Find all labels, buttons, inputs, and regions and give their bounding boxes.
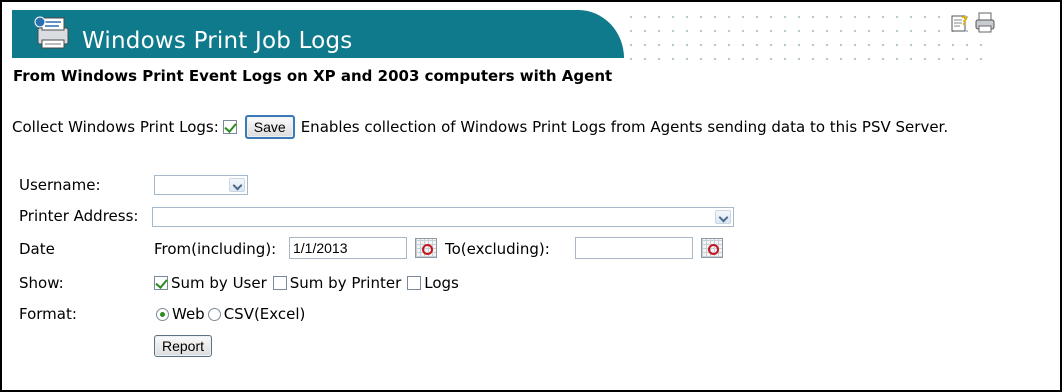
- report-button-wrap: Report: [154, 335, 213, 357]
- report-button[interactable]: Report: [154, 335, 213, 357]
- logs-label: Logs: [424, 274, 459, 292]
- csv-label: CSV(Excel): [223, 305, 306, 323]
- page-frame: Windows Print Job Logs ? From Windows Pr…: [0, 0, 1062, 392]
- format-options: Web CSV(Excel): [156, 305, 311, 323]
- save-button[interactable]: Save: [244, 115, 295, 139]
- calendar-icon[interactable]: [415, 238, 437, 258]
- chevron-down-icon[interactable]: [229, 178, 245, 192]
- sum-by-user-checkbox[interactable]: [154, 276, 168, 290]
- toolbar-icons: ?: [950, 12, 996, 34]
- to-label: To(excluding):: [445, 240, 550, 258]
- show-options: Sum by User Sum by Printer Logs: [154, 274, 465, 292]
- chevron-down-icon[interactable]: [715, 210, 731, 224]
- header-dot-pattern: [624, 10, 984, 60]
- csv-radio[interactable]: [207, 307, 221, 321]
- page-subtitle: From Windows Print Event Logs on XP and …: [13, 67, 613, 85]
- to-date-input[interactable]: [575, 237, 693, 259]
- printer-address-label: Printer Address:: [19, 207, 139, 225]
- show-label: Show:: [19, 274, 64, 292]
- from-label: From(including):: [154, 240, 277, 258]
- username-label: Username:: [19, 176, 101, 194]
- print-logs-icon: [34, 16, 69, 49]
- sum-by-user-label: Sum by User: [171, 274, 267, 292]
- page-title: Windows Print Job Logs: [82, 28, 353, 54]
- svg-text:?: ?: [961, 14, 968, 28]
- collect-logs-description: Enables collection of Windows Print Logs…: [300, 118, 949, 136]
- username-select[interactable]: [154, 175, 248, 195]
- logs-checkbox[interactable]: [407, 276, 422, 290]
- from-date-input[interactable]: 1/1/2013: [289, 237, 407, 259]
- calendar-icon[interactable]: [701, 238, 723, 258]
- printer-icon[interactable]: [974, 12, 996, 34]
- help-icon[interactable]: ?: [950, 12, 972, 34]
- collect-logs-label: Collect Windows Print Logs:: [12, 118, 219, 136]
- printer-address-select[interactable]: [152, 207, 734, 227]
- collect-logs-row: Collect Windows Print Logs: Save Enables…: [12, 115, 948, 139]
- collect-logs-checkbox[interactable]: [222, 120, 237, 134]
- date-label: Date: [19, 240, 55, 258]
- format-label: Format:: [19, 305, 77, 323]
- sum-by-printer-checkbox[interactable]: [272, 276, 287, 290]
- sum-by-printer-label: Sum by Printer: [289, 274, 402, 292]
- web-label: Web: [172, 305, 205, 323]
- web-radio[interactable]: [156, 307, 169, 321]
